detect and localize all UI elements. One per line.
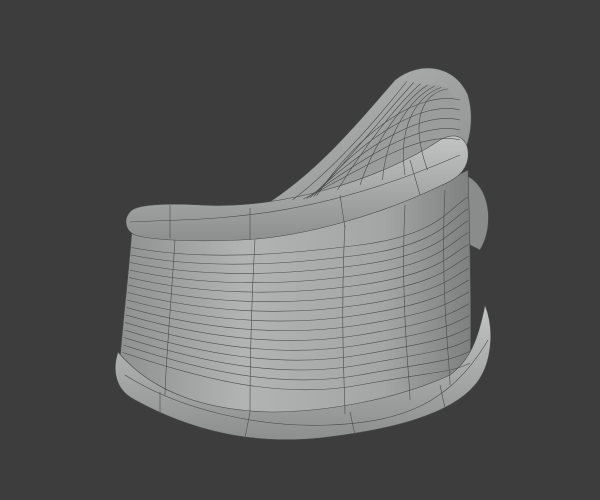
collar-mesh-render xyxy=(115,67,491,440)
3d-viewport[interactable] xyxy=(0,0,600,500)
